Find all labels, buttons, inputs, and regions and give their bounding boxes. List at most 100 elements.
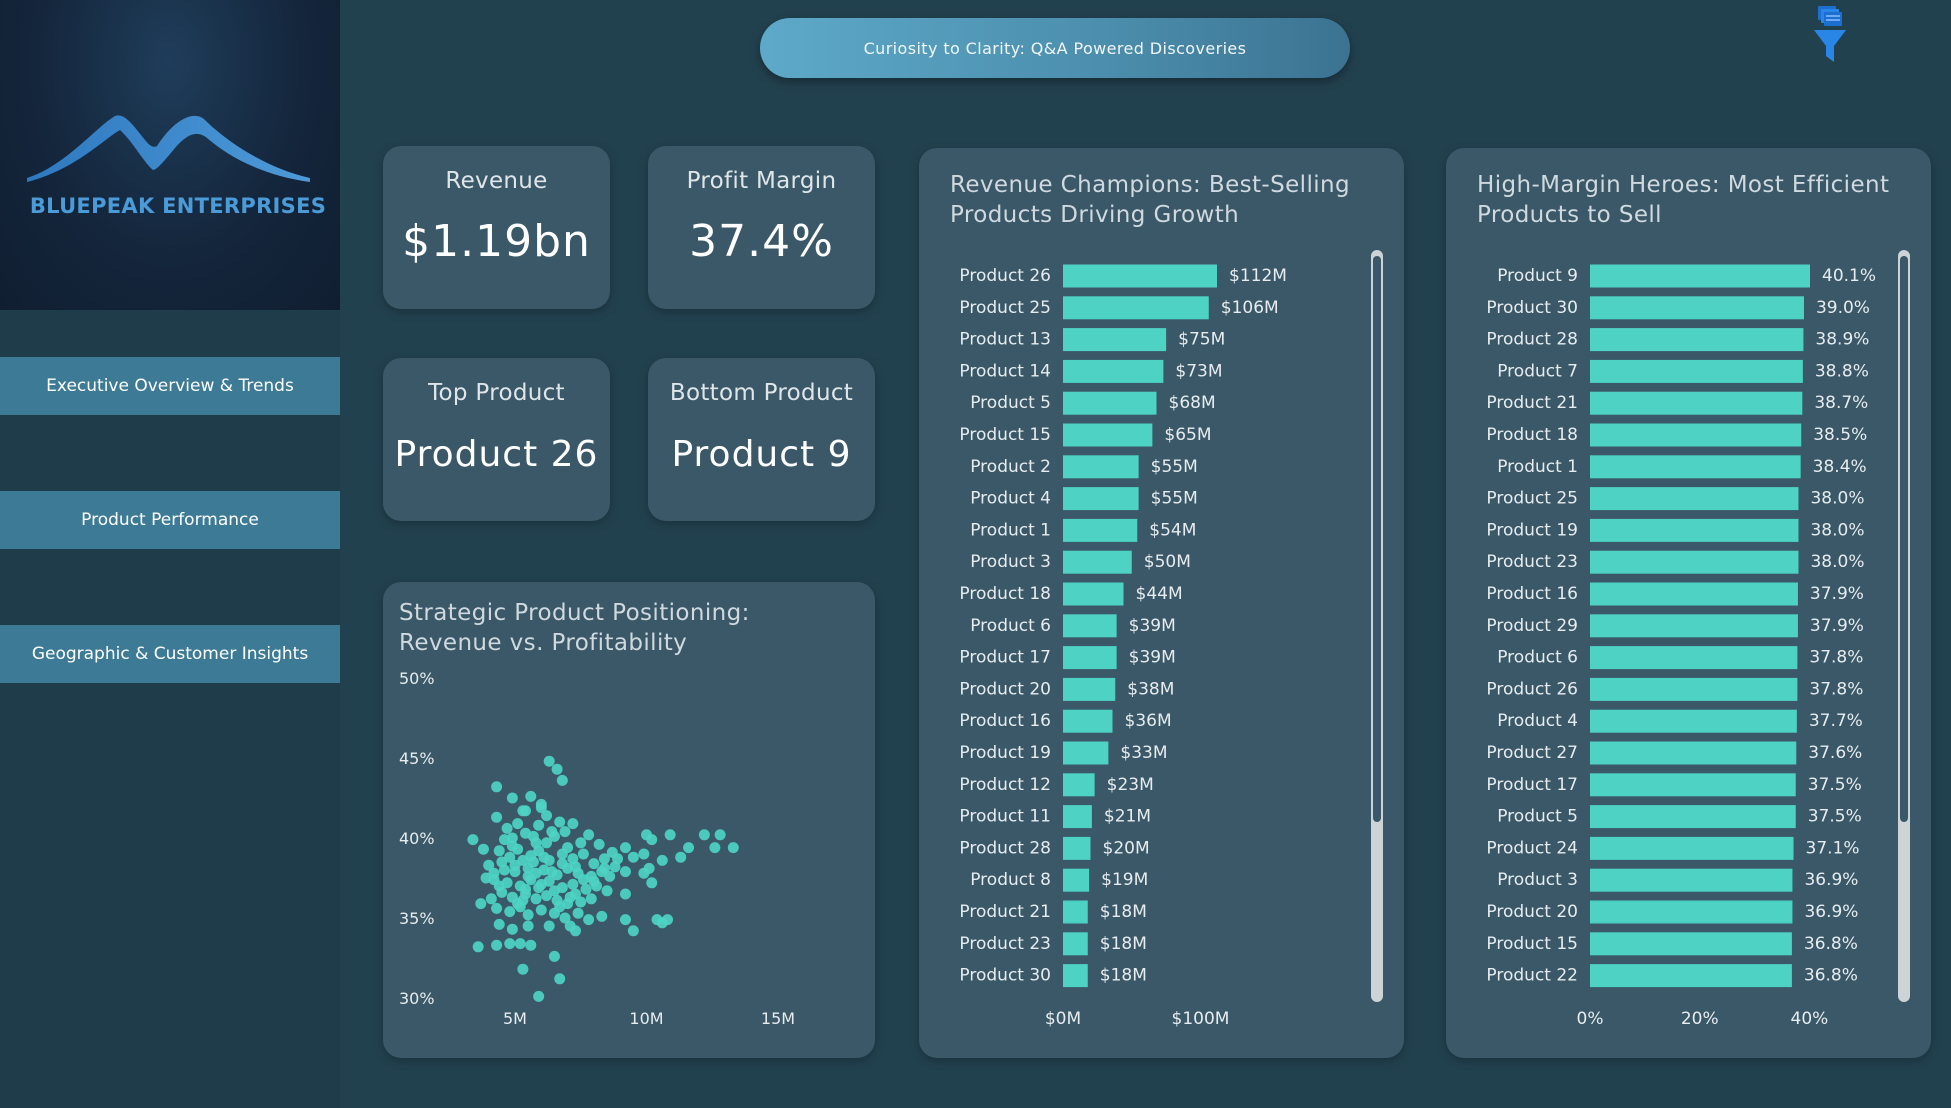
scatter-point[interactable]: [575, 837, 587, 849]
scatter-point[interactable]: [541, 810, 553, 822]
bar[interactable]: [1063, 646, 1117, 670]
scatter-point[interactable]: [477, 843, 489, 855]
bar[interactable]: [1063, 836, 1091, 860]
bar[interactable]: [1590, 582, 1798, 606]
scatter-point[interactable]: [546, 866, 558, 878]
nav-product-performance[interactable]: Product Performance: [0, 491, 340, 549]
scatter-point[interactable]: [551, 763, 563, 775]
bar[interactable]: [1063, 455, 1139, 479]
scrollbar-thumb[interactable]: [1900, 256, 1908, 822]
margin-bar-chart[interactable]: Product 9 40.1% Product 30 39.0% Product 28 3…: [1446, 148, 1931, 1058]
scatter-point[interactable]: [506, 792, 518, 804]
scatter-point[interactable]: [604, 870, 616, 882]
bar[interactable]: [1063, 550, 1132, 574]
scatter-point[interactable]: [619, 888, 631, 900]
bar[interactable]: [1590, 487, 1799, 511]
scatter-point[interactable]: [475, 898, 487, 910]
bar[interactable]: [1590, 677, 1798, 701]
bar[interactable]: [1590, 805, 1796, 829]
scatter-point[interactable]: [580, 883, 592, 895]
scatter-point[interactable]: [619, 866, 631, 878]
bar[interactable]: [1590, 646, 1798, 670]
bar[interactable]: [1063, 391, 1157, 415]
bar[interactable]: [1590, 964, 1792, 988]
scatter-point[interactable]: [662, 914, 674, 926]
scatter-point[interactable]: [698, 829, 710, 841]
scatter-point[interactable]: [543, 755, 555, 767]
scatter-point[interactable]: [572, 907, 584, 919]
bar[interactable]: [1063, 932, 1088, 956]
qa-discoveries-button[interactable]: Curiosity to Clarity: Q&A Powered Discov…: [760, 18, 1350, 78]
scatter-point[interactable]: [638, 848, 650, 860]
scatter-point[interactable]: [496, 856, 508, 868]
scatter-point[interactable]: [491, 781, 503, 793]
nav-executive-overview[interactable]: Executive Overview & Trends: [0, 357, 340, 415]
bar[interactable]: [1063, 964, 1088, 988]
scatter-point[interactable]: [554, 816, 566, 828]
bar[interactable]: [1590, 932, 1792, 956]
bar[interactable]: [1590, 296, 1804, 320]
bar[interactable]: [1063, 582, 1124, 606]
bar[interactable]: [1590, 423, 1802, 447]
scatter-point[interactable]: [593, 838, 605, 850]
scatter-point[interactable]: [501, 822, 513, 834]
bar[interactable]: [1590, 391, 1803, 415]
bar[interactable]: [1590, 550, 1799, 574]
scrollbar[interactable]: [1371, 250, 1383, 1002]
scatter-point[interactable]: [651, 914, 663, 926]
bar[interactable]: [1590, 264, 1810, 288]
bar[interactable]: [1063, 518, 1138, 542]
bar[interactable]: [1063, 805, 1092, 829]
scatter-point[interactable]: [588, 875, 600, 887]
scatter-point[interactable]: [643, 862, 655, 874]
scatter-point[interactable]: [517, 805, 529, 817]
scatter-point[interactable]: [533, 882, 545, 894]
bar[interactable]: [1590, 741, 1797, 765]
scatter-point[interactable]: [585, 893, 597, 905]
scatter-point[interactable]: [522, 909, 534, 921]
scatter-point[interactable]: [646, 877, 658, 889]
scatter-point[interactable]: [467, 834, 479, 846]
scatter-point[interactable]: [562, 842, 574, 854]
scatter-point[interactable]: [472, 941, 484, 953]
scatter-point[interactable]: [675, 851, 687, 863]
scatter-point[interactable]: [596, 910, 608, 922]
scatter-point[interactable]: [504, 938, 516, 950]
scatter-point[interactable]: [535, 904, 547, 916]
scatter-point[interactable]: [525, 790, 537, 802]
scatter-point[interactable]: [548, 885, 560, 897]
scatter-point[interactable]: [554, 973, 566, 985]
scatter-point[interactable]: [601, 885, 613, 897]
scatter-point[interactable]: [485, 893, 497, 905]
scatter-point[interactable]: [535, 798, 547, 810]
scatter-point[interactable]: [567, 818, 579, 830]
scrollbar[interactable]: [1898, 250, 1910, 1002]
bar[interactable]: [1063, 328, 1167, 352]
bar[interactable]: [1063, 709, 1113, 733]
scatter-point[interactable]: [493, 845, 505, 857]
scatter-point[interactable]: [627, 851, 639, 863]
scatter-point[interactable]: [543, 920, 555, 932]
bar[interactable]: [1063, 423, 1153, 447]
scatter-point[interactable]: [512, 818, 524, 830]
scatter-point[interactable]: [493, 918, 505, 930]
scatter-point[interactable]: [509, 859, 521, 871]
scatter-point[interactable]: [491, 939, 503, 951]
revenue-bar-chart[interactable]: Product 26 $112M Product 25 $106M Product 13…: [919, 148, 1404, 1058]
bar[interactable]: [1063, 900, 1088, 924]
scatter-point[interactable]: [533, 819, 545, 831]
scatter-point[interactable]: [567, 878, 579, 890]
scatter-point[interactable]: [491, 902, 503, 914]
bar[interactable]: [1590, 868, 1793, 892]
scatter-point[interactable]: [664, 829, 676, 841]
scatter-point[interactable]: [612, 853, 624, 865]
scatter-point[interactable]: [543, 875, 555, 887]
scatter-point[interactable]: [520, 883, 532, 895]
bar[interactable]: [1063, 359, 1164, 383]
scatter-point[interactable]: [533, 990, 545, 1002]
scatter-point[interactable]: [556, 774, 568, 786]
scatter-point[interactable]: [577, 848, 589, 860]
scatter-point[interactable]: [546, 826, 558, 838]
scatter-point[interactable]: [583, 829, 595, 841]
scatter-point[interactable]: [619, 914, 631, 926]
